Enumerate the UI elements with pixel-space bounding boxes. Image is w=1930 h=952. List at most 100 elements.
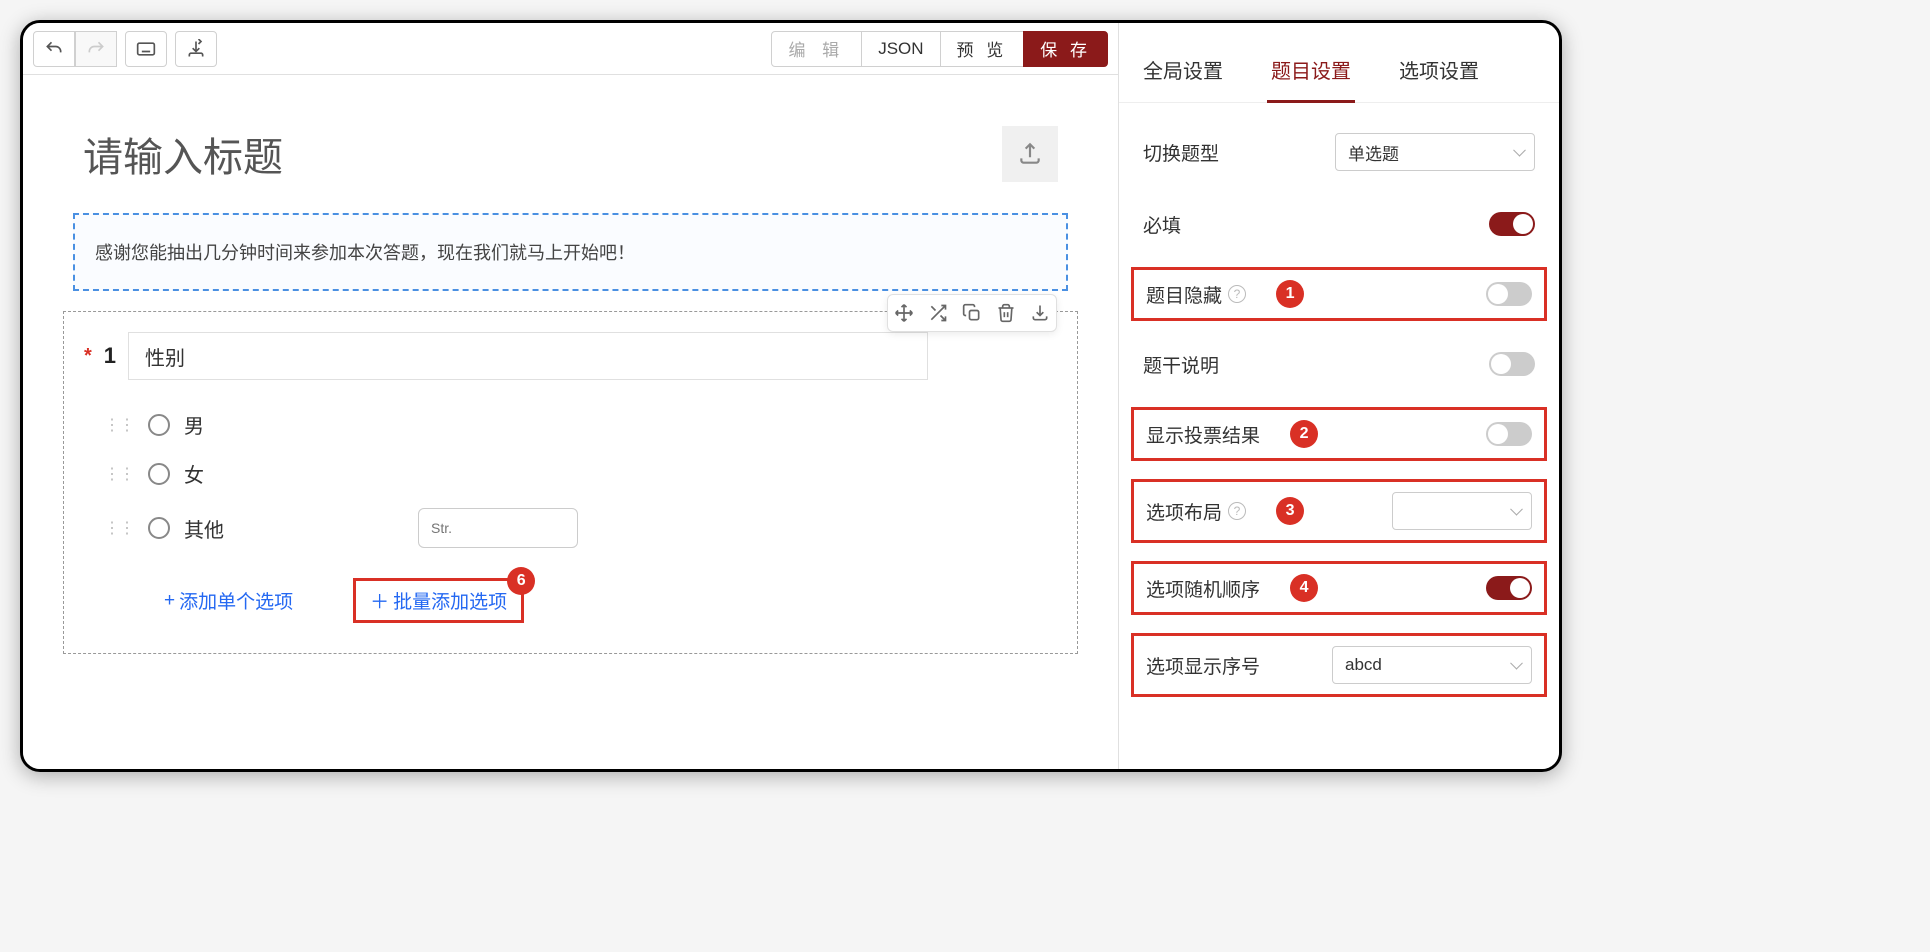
option-row: ⋮⋮ 女 — [84, 449, 1057, 498]
toolbar-left — [33, 31, 217, 67]
hide-switch[interactable] — [1486, 282, 1532, 306]
label-text: 题目隐藏 — [1146, 281, 1222, 308]
annotation-badge: 3 — [1276, 497, 1304, 525]
question-title-input[interactable] — [128, 332, 928, 380]
question-block[interactable]: * 1 ⋮⋮ 男 ⋮⋮ 女 — [63, 311, 1078, 654]
annotation-badge: 2 — [1290, 420, 1318, 448]
drag-handle-icon[interactable]: ⋮⋮ — [104, 464, 134, 484]
title-row: 请输入标题 — [53, 105, 1088, 213]
question-actions — [887, 294, 1057, 332]
setting-required: 必填 — [1131, 199, 1547, 249]
mode-preview-button[interactable]: 预 览 — [940, 31, 1025, 67]
upload-image-button[interactable] — [1002, 126, 1058, 182]
add-single-option-button[interactable]: + 添加单个选项 — [164, 587, 293, 614]
export-button[interactable] — [1028, 301, 1052, 325]
question-header: * 1 — [84, 332, 1057, 380]
radio-icon[interactable] — [148, 414, 170, 436]
select-value: abcd — [1345, 655, 1382, 675]
download-icon — [1030, 303, 1050, 323]
mode-save-button[interactable]: 保 存 — [1023, 31, 1108, 67]
import-button[interactable] — [175, 31, 217, 67]
help-icon[interactable]: ? — [1228, 502, 1246, 520]
add-batch-option-button[interactable]: ＋ 批量添加选项 — [370, 587, 507, 614]
drag-handle-icon[interactable]: ⋮⋮ — [104, 518, 134, 538]
radio-icon[interactable] — [148, 463, 170, 485]
setting-vote: 显示投票结果 2 — [1131, 407, 1547, 461]
canvas: 请输入标题 感谢您能抽出几分钟时间来参加本次答题，现在我们就马上开始吧！ — [23, 75, 1118, 769]
setting-switch-type: 切换题型 单选题 — [1131, 123, 1547, 181]
upload-icon — [1017, 141, 1043, 167]
question-number: 1 — [104, 343, 116, 369]
plus-icon: + — [164, 590, 175, 612]
plus-icon: ＋ — [370, 587, 389, 614]
redo-button[interactable] — [75, 31, 117, 67]
mode-edit-button[interactable]: 编 辑 — [771, 31, 862, 67]
copy-icon — [962, 303, 982, 323]
setting-label: 选项显示序号 — [1146, 652, 1260, 679]
layout-select[interactable] — [1392, 492, 1532, 530]
radio-icon[interactable] — [148, 517, 170, 539]
add-single-label: 添加单个选项 — [179, 587, 293, 614]
survey-card: 请输入标题 感谢您能抽出几分钟时间来参加本次答题，现在我们就马上开始吧！ — [53, 105, 1088, 654]
random-switch[interactable] — [1486, 576, 1532, 600]
required-star: * — [84, 345, 92, 368]
setting-label: 题目隐藏 ? — [1146, 281, 1246, 308]
copy-button[interactable] — [960, 301, 984, 325]
shuffle-icon — [928, 303, 948, 323]
move-icon — [894, 303, 914, 323]
help-icon[interactable]: ? — [1228, 285, 1246, 303]
setting-label: 题干说明 — [1143, 351, 1219, 378]
settings-body: 切换题型 单选题 必填 题目隐藏 ? 1 — [1119, 103, 1559, 717]
keyboard-button[interactable] — [125, 31, 167, 67]
setting-random: 选项随机顺序 4 — [1131, 561, 1547, 615]
keyboard-icon — [136, 41, 156, 57]
toolbar-right: 编 辑 JSON 预 览 保 存 — [772, 31, 1108, 67]
side-panel: 全局设置 题目设置 选项设置 切换题型 单选题 必填 — [1119, 23, 1559, 769]
numbering-select[interactable]: abcd — [1332, 646, 1532, 684]
app-window: 编 辑 JSON 预 览 保 存 请输入标题 感谢您能抽出几分钟时间来参加本次答… — [20, 20, 1562, 772]
annotation-badge: 1 — [1276, 280, 1304, 308]
setting-label: 显示投票结果 — [1146, 421, 1260, 448]
tab-global[interactable]: 全局设置 — [1139, 43, 1227, 102]
redo-icon — [86, 39, 106, 59]
add-batch-label: 批量添加选项 — [393, 587, 507, 614]
option-label[interactable]: 男 — [184, 410, 204, 439]
move-button[interactable] — [892, 301, 916, 325]
drag-handle-icon[interactable]: ⋮⋮ — [104, 415, 134, 435]
mode-json-button[interactable]: JSON — [861, 31, 940, 67]
option-row: ⋮⋮ 其他 — [84, 498, 1057, 558]
setting-numbering: 选项显示序号 5 abcd — [1131, 633, 1547, 697]
annotation-badge: 4 — [1290, 574, 1318, 602]
shuffle-button[interactable] — [926, 301, 950, 325]
option-label[interactable]: 女 — [184, 459, 204, 488]
description-switch[interactable] — [1489, 352, 1535, 376]
annotation-badge: 6 — [507, 567, 535, 595]
tab-question[interactable]: 题目设置 — [1267, 43, 1355, 102]
toolbar: 编 辑 JSON 预 览 保 存 — [23, 23, 1118, 75]
undo-icon — [44, 39, 64, 59]
setting-label: 选项随机顺序 — [1146, 575, 1260, 602]
trash-icon — [996, 303, 1016, 323]
setting-label: 必填 — [1143, 211, 1181, 238]
delete-button[interactable] — [994, 301, 1018, 325]
label-text: 选项布局 — [1146, 498, 1222, 525]
option-row: ⋮⋮ 男 — [84, 400, 1057, 449]
import-icon — [186, 39, 206, 59]
setting-label: 切换题型 — [1143, 139, 1219, 166]
tab-option[interactable]: 选项设置 — [1395, 43, 1483, 102]
setting-layout: 选项布局 ? 3 — [1131, 479, 1547, 543]
setting-label: 选项布局 ? — [1146, 498, 1246, 525]
survey-title[interactable]: 请输入标题 — [83, 125, 283, 183]
required-switch[interactable] — [1489, 212, 1535, 236]
settings-tabs: 全局设置 题目设置 选项设置 — [1119, 23, 1559, 103]
main-area: 编 辑 JSON 预 览 保 存 请输入标题 感谢您能抽出几分钟时间来参加本次答… — [23, 23, 1119, 769]
setting-description: 题干说明 — [1131, 339, 1547, 389]
question-type-select[interactable]: 单选题 — [1335, 133, 1535, 171]
undo-button[interactable] — [33, 31, 75, 67]
vote-switch[interactable] — [1486, 422, 1532, 446]
survey-intro[interactable]: 感谢您能抽出几分钟时间来参加本次答题，现在我们就马上开始吧！ — [73, 213, 1068, 291]
select-value: 单选题 — [1348, 140, 1399, 165]
option-label[interactable]: 其他 — [184, 514, 224, 543]
add-actions: + 添加单个选项 ＋ 批量添加选项 6 — [84, 558, 1057, 633]
other-text-input[interactable] — [418, 508, 578, 548]
